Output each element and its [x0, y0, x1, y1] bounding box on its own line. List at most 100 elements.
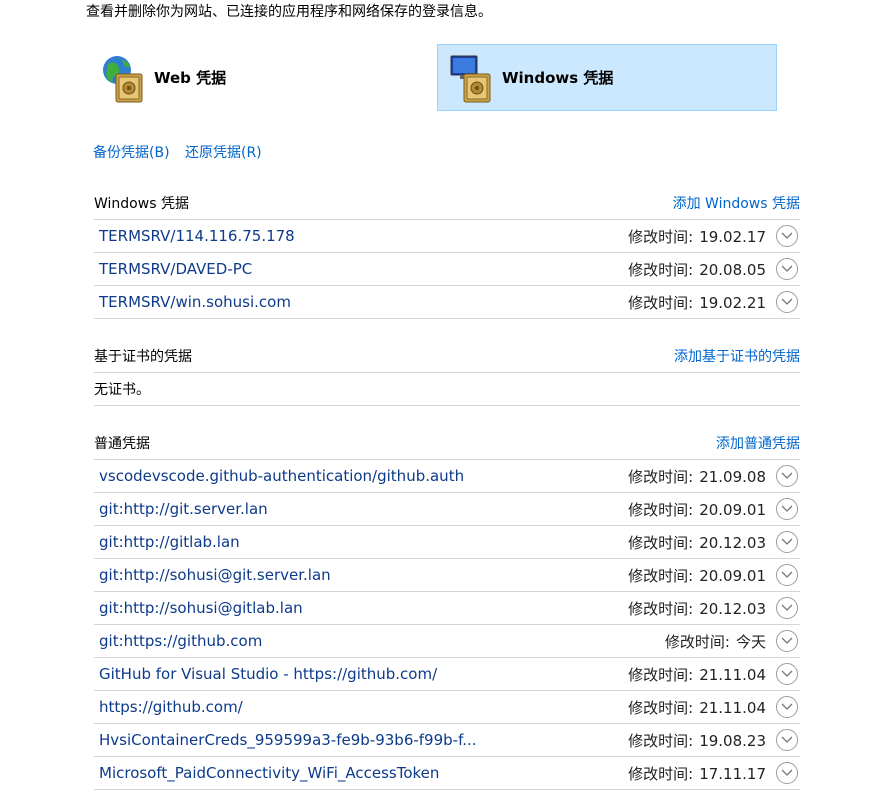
credential-row[interactable]: TERMSRV/114.116.75.178 修改时间: 19.02.17: [94, 220, 800, 253]
modified-time: 修改时间: 20.08.05: [628, 259, 766, 280]
expand-chevron-icon[interactable]: [776, 531, 798, 553]
credential-row[interactable]: git:http://git.server.lan 修改时间: 20.09.01: [94, 493, 800, 526]
windows-credentials-header: Windows 凭据 添加 Windows 凭据: [94, 186, 800, 220]
expand-chevron-icon[interactable]: [776, 729, 798, 751]
credential-name: git:http://sohusi@gitlab.lan: [99, 599, 303, 617]
modified-label: 修改时间:: [628, 500, 694, 519]
credential-name: git:http://git.server.lan: [99, 500, 268, 518]
credential-row[interactable]: git:http://sohusi@gitlab.lan 修改时间: 20.12.0…: [94, 592, 800, 625]
modified-label: 修改时间:: [628, 260, 694, 279]
modified-label: 修改时间:: [628, 764, 694, 783]
modified-date: 19.02.17: [699, 227, 766, 246]
expand-chevron-icon[interactable]: [776, 498, 798, 520]
credential-row[interactable]: TERMSRV/DAVED-PC 修改时间: 20.08.05: [94, 253, 800, 286]
modified-time: 修改时间: 20.12.03: [628, 532, 766, 553]
windows-credentials-icon: [448, 52, 500, 104]
modified-time: 修改时间: 19.02.21: [628, 292, 766, 313]
modified-date: 20.08.05: [699, 260, 766, 279]
expand-chevron-icon[interactable]: [776, 465, 798, 487]
web-credentials-label: Web 凭据: [154, 69, 227, 87]
intro-text: 查看并删除你为网站、已连接的应用程序和网络保存的登录信息。: [86, 4, 492, 20]
credential-row[interactable]: GitHub for Visual Studio - https://githu…: [94, 658, 800, 691]
credential-row[interactable]: git:http://sohusi@git.server.lan 修改时间: 20.…: [94, 559, 800, 592]
modified-date: 21.11.04: [699, 698, 766, 717]
modified-time: 修改时间: 今天: [665, 631, 766, 652]
windows-credentials-label: Windows 凭据: [502, 69, 614, 87]
credential-row[interactable]: HvsiContainerCreds_959599a3-fe9b-93b6-f9…: [94, 724, 800, 757]
credential-name: vscodevscode.github-authentication/githu…: [99, 467, 465, 485]
expand-chevron-icon[interactable]: [776, 564, 798, 586]
section-title: 普通凭据: [94, 435, 150, 452]
web-credentials-icon: [100, 52, 152, 104]
modified-date: 今天: [735, 632, 766, 651]
generic-credentials-list: vscodevscode.github-authentication/githu…: [94, 460, 800, 790]
expand-chevron-icon[interactable]: [776, 663, 798, 685]
generic-credentials-header: 普通凭据 添加普通凭据: [94, 426, 800, 460]
expand-chevron-icon[interactable]: [776, 630, 798, 652]
modified-time: 修改时间: 21.11.04: [628, 697, 766, 718]
backup-credentials-link[interactable]: 备份凭据(B): [93, 145, 170, 161]
modified-time: 修改时间: 20.09.01: [628, 565, 766, 586]
modified-time: 修改时间: 17.11.17: [628, 763, 766, 784]
credential-sections: Windows 凭据 添加 Windows 凭据 TERMSRV/114.116…: [94, 186, 800, 790]
windows-credentials-list: TERMSRV/114.116.75.178 修改时间: 19.02.17 TERMS…: [94, 220, 800, 319]
credential-name: TERMSRV/DAVED-PC: [99, 260, 253, 278]
expand-chevron-icon[interactable]: [776, 291, 798, 313]
expand-chevron-icon[interactable]: [776, 762, 798, 784]
modified-label: 修改时间:: [628, 227, 694, 246]
credential-name: HvsiContainerCreds_959599a3-fe9b-93b6-f9…: [99, 731, 477, 749]
modified-label: 修改时间:: [628, 467, 694, 486]
credential-name: https://github.com/: [99, 698, 243, 716]
modified-date: 19.02.21: [699, 293, 766, 312]
modified-time: 修改时间: 21.11.04: [628, 664, 766, 685]
expand-chevron-icon[interactable]: [776, 225, 798, 247]
credential-row[interactable]: https://github.com/修改时间: 21.11.04: [94, 691, 800, 724]
modified-label: 修改时间:: [664, 632, 730, 651]
modified-label: 修改时间:: [628, 533, 694, 552]
add-windows-credential-link[interactable]: 添加 Windows 凭据: [673, 193, 800, 213]
add-certificate-credential-link[interactable]: 添加基于证书的凭据: [674, 346, 800, 366]
modified-label: 修改时间:: [628, 731, 694, 750]
expand-chevron-icon[interactable]: [776, 597, 798, 619]
credential-name: TERMSRV/win.sohusi.com: [99, 293, 291, 311]
credential-actions: 备份凭据(B) 还原凭据(R): [93, 143, 273, 163]
credential-row[interactable]: git:https://github.com 修改时间: 今天: [94, 625, 800, 658]
modified-date: 20.09.01: [699, 500, 766, 519]
modified-date: 20.09.01: [699, 566, 766, 585]
section-title: Windows 凭据: [94, 195, 189, 212]
credential-name: git:http://gitlab.lan: [99, 533, 240, 551]
modified-label: 修改时间:: [628, 293, 694, 312]
credential-name: GitHub for Visual Studio - https://githu…: [99, 665, 438, 683]
modified-label: 修改时间:: [628, 665, 694, 684]
section-title: 基于证书的凭据: [94, 348, 192, 365]
modified-label: 修改时间:: [628, 566, 694, 585]
web-credentials-tab[interactable]: Web 凭据: [96, 44, 436, 111]
certificate-credentials-header: 基于证书的凭据 添加基于证书的凭据: [94, 339, 800, 373]
modified-time: 修改时间: 19.08.23: [628, 730, 766, 751]
expand-chevron-icon[interactable]: [776, 696, 798, 718]
add-generic-credential-link[interactable]: 添加普通凭据: [716, 433, 800, 453]
modified-date: 20.12.03: [699, 533, 766, 552]
modified-time: 修改时间: 19.02.17: [628, 226, 766, 247]
credential-row[interactable]: TERMSRV/win.sohusi.com 修改时间: 19.02.21: [94, 286, 800, 319]
restore-credentials-link[interactable]: 还原凭据(R): [185, 145, 262, 161]
modified-time: 修改时间: 20.12.03: [628, 598, 766, 619]
expand-chevron-icon[interactable]: [776, 258, 798, 280]
modified-date: 21.09.08: [699, 467, 766, 486]
modified-date: 21.11.04: [699, 665, 766, 684]
no-certificates-text: 无证书。: [94, 373, 800, 406]
modified-date: 19.08.23: [699, 731, 766, 750]
credential-row[interactable]: vscodevscode.github-authentication/githu…: [94, 460, 800, 493]
modified-time: 修改时间: 20.09.01: [628, 499, 766, 520]
credential-name: git:https://github.com: [99, 632, 263, 650]
modified-date: 17.11.17: [699, 764, 766, 783]
windows-credentials-tab[interactable]: Windows 凭据: [437, 44, 777, 111]
credential-name: TERMSRV/114.116.75.178: [99, 227, 295, 245]
credential-row[interactable]: Microsoft_PaidConnectivity_WiFi_AccessTo…: [94, 757, 800, 790]
credential-name: Microsoft_PaidConnectivity_WiFi_AccessTo…: [99, 764, 440, 782]
modified-date: 20.12.03: [699, 599, 766, 618]
modified-time: 修改时间: 21.09.08: [628, 466, 766, 487]
modified-label: 修改时间:: [628, 698, 694, 717]
credential-name: git:http://sohusi@git.server.lan: [99, 566, 331, 584]
credential-row[interactable]: git:http://gitlab.lan 修改时间: 20.12.03: [94, 526, 800, 559]
